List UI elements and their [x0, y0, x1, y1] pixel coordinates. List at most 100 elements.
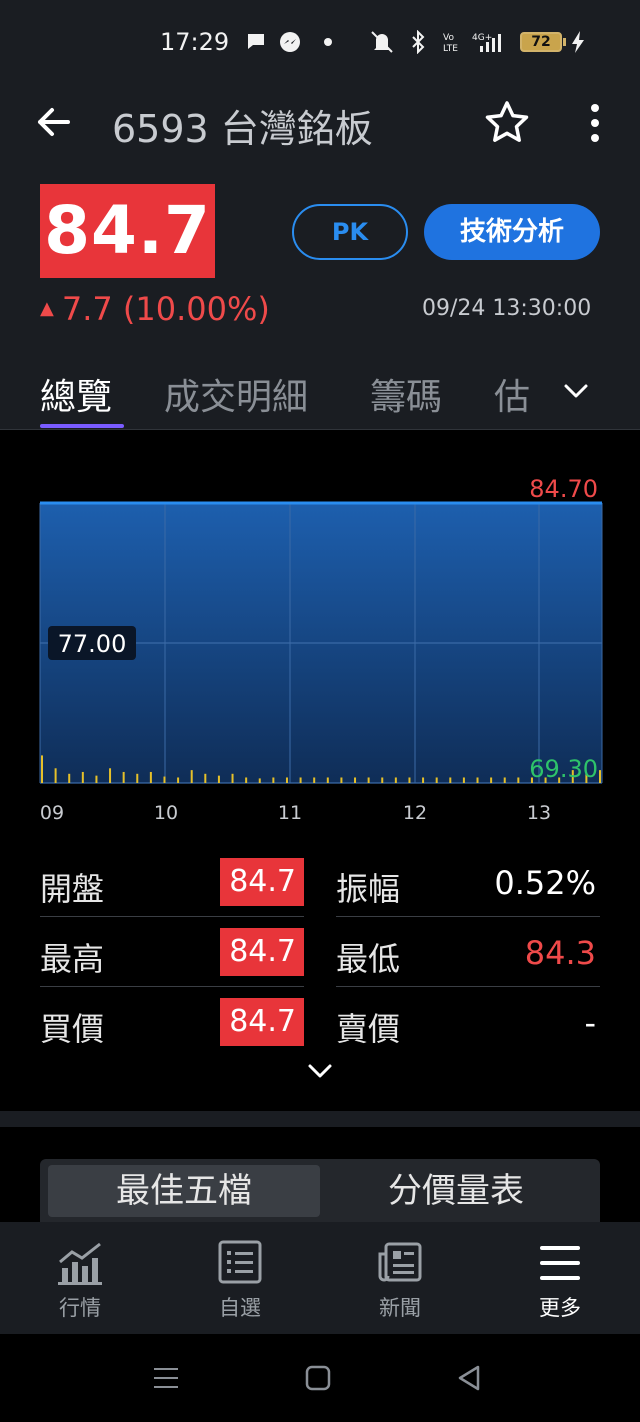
volume-bar: [272, 777, 275, 783]
home-button[interactable]: [302, 1362, 334, 1394]
pk-button[interactable]: PK: [292, 204, 408, 260]
volume-bar: [299, 777, 302, 783]
volume-bar: [326, 777, 329, 783]
volume-bar: [122, 771, 125, 783]
volume-bar: [41, 755, 43, 783]
x-tick-label: 13: [527, 802, 551, 824]
favorite-button[interactable]: [482, 98, 532, 148]
chart-icon: [58, 1242, 102, 1285]
price-change-value: 7.7 (10.00%): [61, 290, 270, 328]
nav-news[interactable]: 新聞: [320, 1222, 480, 1334]
nav-label: 新聞: [379, 1296, 421, 1320]
arrow-left-icon: [38, 108, 70, 136]
volume-bar: [354, 777, 357, 783]
list-icon: [218, 1240, 262, 1284]
tab-valuation[interactable]: 估: [494, 368, 530, 420]
mute-icon: [368, 30, 393, 54]
volume-bar: [68, 773, 71, 783]
status-bar: 17:29 Vo LTE 4G+ 72: [0, 0, 640, 86]
technical-analysis-button[interactable]: 技術分析: [424, 204, 600, 260]
recents-icon: [154, 1368, 178, 1388]
volume-bar: [476, 777, 479, 783]
volume-bar: [149, 771, 152, 783]
divider: [40, 986, 304, 987]
back-system-button[interactable]: [454, 1362, 486, 1394]
volume-bar: [367, 777, 370, 783]
bottom-nav: 行情 自選 新聞 更多: [0, 1222, 640, 1334]
volume-bar: [313, 777, 316, 783]
volume-bar: [177, 777, 180, 783]
y-label-low: 69.30: [529, 755, 598, 783]
svg-text:4G+: 4G+: [472, 33, 492, 43]
tab-chips[interactable]: 籌碼: [370, 368, 442, 420]
chat-icon: [244, 30, 268, 54]
tabs-expand-button[interactable]: [560, 378, 592, 406]
bluetooth-icon: [406, 29, 430, 55]
ask-label: 賣價: [336, 1010, 401, 1048]
current-price: 84.7: [40, 184, 215, 278]
y-label-ref: 77.00: [58, 630, 127, 658]
tab-indicator: [40, 424, 124, 428]
nav-label: 行情: [59, 1296, 101, 1320]
tab-trade-details[interactable]: 成交明細: [164, 368, 308, 420]
back-button[interactable]: [32, 102, 80, 142]
page-title: 6593 台灣銘板: [112, 107, 373, 151]
bid-label: 買價: [40, 1010, 105, 1048]
y-label-high: 84.70: [529, 475, 598, 503]
stats-expand-button[interactable]: [304, 1060, 336, 1084]
charging-icon: [566, 30, 590, 54]
chevron-down-icon: [308, 1064, 332, 1078]
segment-best-five[interactable]: 最佳五檔: [48, 1165, 320, 1217]
system-nav-bar: [0, 1334, 640, 1422]
tab-bar: 總覽 成交明細 籌碼 估: [0, 364, 640, 430]
volume-bar: [163, 776, 166, 783]
nav-watchlist[interactable]: 自選: [160, 1222, 320, 1334]
volume-bar: [217, 775, 220, 783]
open-value: 84.7: [220, 858, 304, 906]
up-triangle-icon: ▲: [40, 298, 54, 319]
volume-bar: [204, 773, 207, 783]
menu-icon: [540, 1246, 580, 1280]
x-tick-label: 09: [40, 802, 64, 824]
volume-bar: [136, 773, 139, 783]
more-options-button[interactable]: [580, 100, 610, 146]
chevron-down-icon: [564, 384, 588, 398]
nav-more[interactable]: 更多: [480, 1222, 640, 1334]
app-header: 6593 台灣銘板 84.7 PK 技術分析 ▲ 7.7 (10.00%) 09/…: [0, 86, 640, 430]
nav-market[interactable]: 行情: [0, 1222, 160, 1334]
high-value: 84.7: [220, 928, 304, 976]
nav-label: 更多: [539, 1296, 581, 1320]
volume-bar: [449, 777, 452, 783]
segmented-control: 最佳五檔 分價量表: [40, 1159, 600, 1222]
high-label: 最高: [40, 940, 105, 978]
volume-bar: [245, 777, 248, 783]
star-icon: [485, 101, 529, 142]
messenger-icon: [278, 30, 302, 54]
volte-icon: Vo LTE: [440, 30, 464, 54]
volume-bar: [490, 777, 493, 783]
volume-bar: [340, 777, 343, 783]
divider: [40, 916, 304, 917]
volume-bar: [258, 778, 261, 783]
recents-button[interactable]: [150, 1362, 182, 1394]
volume-bar: [435, 777, 438, 783]
more-vertical-icon: [591, 104, 599, 142]
divider: [336, 986, 600, 987]
volume-bar: [517, 777, 520, 783]
home-icon: [305, 1365, 331, 1391]
tab-overview[interactable]: 總覽: [40, 368, 112, 420]
price-change: ▲ 7.7 (10.00%): [40, 290, 270, 328]
volume-bar: [462, 777, 465, 783]
section-divider: [0, 1111, 640, 1127]
volume-bar: [285, 777, 288, 783]
signal-icon: 4G+: [472, 30, 501, 54]
segment-price-volume[interactable]: 分價量表: [320, 1165, 592, 1217]
x-tick-label: 11: [278, 802, 302, 824]
low-value: 84.3: [524, 934, 596, 972]
volume-bar: [381, 777, 384, 783]
volume-bar: [54, 768, 57, 783]
dot-icon: [316, 30, 340, 54]
amplitude-label: 振幅: [336, 870, 401, 908]
volume-bar: [95, 775, 98, 783]
volume-bar: [503, 777, 506, 783]
